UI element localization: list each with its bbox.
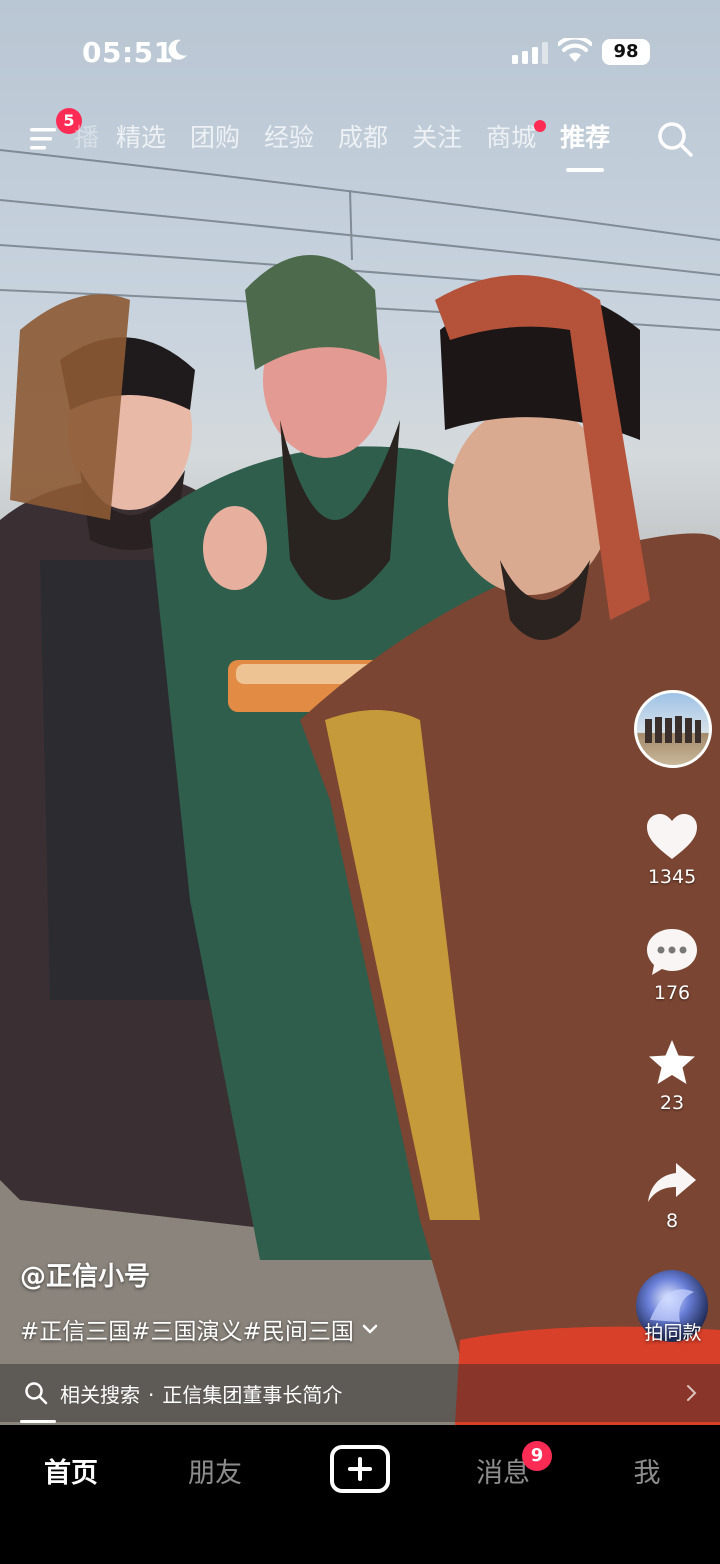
like-action[interactable]: 1345 [632, 812, 712, 888]
tab-live[interactable]: 播 [74, 118, 104, 162]
same-style-label[interactable]: 拍同款 [630, 1318, 716, 1345]
battery-indicator: 98 [602, 39, 650, 65]
star-icon [649, 1040, 695, 1084]
nav-friends[interactable]: 朋友 [165, 1451, 265, 1490]
comment-action[interactable]: 176 [632, 926, 712, 1004]
share-action[interactable]: 8 [632, 1160, 712, 1232]
search-icon[interactable] [656, 120, 694, 158]
video-player[interactable] [0, 0, 720, 1425]
create-button[interactable] [330, 1445, 390, 1493]
video-frame [0, 149, 720, 1425]
related-search-prefix: 相关搜索 [60, 1383, 140, 1407]
favorite-count: 23 [659, 1092, 685, 1114]
related-search-query: 正信集团董事长简介 [162, 1383, 343, 1407]
nav-me[interactable]: 我 [597, 1451, 697, 1490]
related-search-separator: · [148, 1383, 155, 1407]
heart-icon [647, 814, 697, 859]
avatar-image [645, 716, 701, 743]
tab-chengdu[interactable]: 成都 [326, 118, 400, 162]
share-icon [648, 1163, 696, 1202]
tab-recommended[interactable]: 推荐 [548, 118, 622, 172]
author-name[interactable]: @正信小号 [20, 1256, 150, 1293]
related-search-text: 相关搜索 · 正信集团董事长简介 [60, 1379, 342, 1408]
tab-mall-dot [534, 120, 547, 132]
tab-featured[interactable]: 精选 [104, 118, 178, 162]
like-count: 1345 [647, 866, 697, 888]
related-search-bar[interactable]: 相关搜索 · 正信集团董事长简介 [0, 1364, 720, 1422]
top-nav: 5 播 精选 团购 经验 成都 关注 商城 推荐 [0, 108, 720, 172]
channel-tabs: 播 精选 团购 经验 成都 关注 商城 推荐 [74, 118, 622, 172]
comment-icon [647, 929, 697, 975]
chevron-right-icon [687, 1385, 697, 1401]
signal-icon [512, 42, 548, 64]
tab-experience[interactable]: 经验 [252, 118, 326, 162]
moon-icon [168, 39, 187, 60]
status-time: 05:51 [82, 36, 174, 69]
tab-following[interactable]: 关注 [400, 118, 474, 162]
video-progress-bar[interactable] [20, 1420, 56, 1423]
comment-count: 176 [653, 982, 691, 1004]
hashtag-text[interactable]: #正信三国#三国演义#民间三国 [20, 1312, 354, 1346]
creator-avatar[interactable] [634, 690, 712, 768]
status-bar: 05:51 98 [0, 0, 720, 100]
favorite-action[interactable]: 23 [632, 1038, 712, 1114]
related-search-icon [25, 1382, 48, 1405]
tab-mall[interactable]: 商城 [474, 118, 548, 162]
tab-mall-label: 商城 [486, 123, 537, 152]
bottom-nav: 首页 朋友 消息 9 我 [0, 1425, 720, 1564]
nav-home[interactable]: 首页 [21, 1451, 121, 1490]
share-count: 8 [665, 1210, 679, 1232]
chevron-down-icon[interactable] [362, 1323, 378, 1335]
messages-badge: 9 [522, 1441, 552, 1471]
caption-hashtags[interactable]: #正信三国#三国演义#民间三国 [20, 1312, 378, 1346]
tab-group-buy[interactable]: 团购 [178, 118, 252, 162]
wifi-icon [558, 38, 592, 62]
